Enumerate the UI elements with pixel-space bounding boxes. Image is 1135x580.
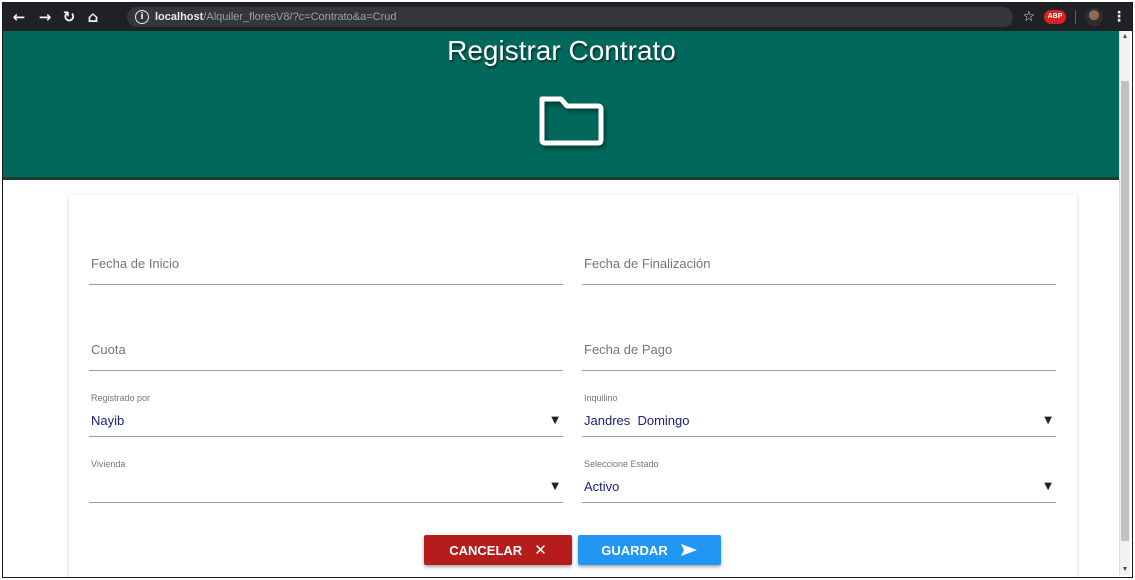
info-icon[interactable]: i	[135, 10, 149, 24]
cuota-field[interactable]: Cuota	[89, 330, 563, 371]
save-button[interactable]: GUARDAR	[578, 535, 721, 565]
cancel-button-label: CANCELAR	[449, 542, 523, 558]
dropdown-caret-icon[interactable]: ▼	[1044, 481, 1052, 492]
cancel-button[interactable]: CANCELAR ✕	[424, 535, 572, 565]
inquilino-label: Inquilino	[584, 393, 618, 403]
estado-label: Seleccione Estado	[584, 459, 659, 469]
back-arrow-icon[interactable]: ←	[9, 7, 29, 27]
estado-value: Activo	[584, 479, 620, 494]
page-header: Registrar Contrato	[3, 31, 1120, 180]
scroll-up-arrow-icon[interactable]: ▲	[1120, 33, 1130, 40]
page-content: Registrar Contrato ▲ ▼ Fecha de Inicio F…	[3, 31, 1130, 577]
url-text: localhost/Alquiler_floresV8/?c=Contrato&…	[155, 7, 397, 27]
kebab-menu-icon[interactable]: ⋮	[1112, 9, 1126, 25]
save-button-label: GUARDAR	[601, 542, 668, 558]
home-icon[interactable]: ⌂	[83, 7, 103, 27]
cuota-placeholder: Cuota	[91, 342, 126, 357]
page-scrollbar[interactable]: ▲ ▼	[1119, 31, 1130, 575]
dropdown-caret-icon[interactable]: ▼	[551, 415, 559, 426]
profile-avatar-icon[interactable]	[1085, 8, 1103, 26]
fecha-inicio-placeholder: Fecha de Inicio	[91, 256, 180, 271]
reload-icon[interactable]: ↻	[59, 7, 79, 27]
toolbar-actions: ☆ ABP ⋮	[1022, 7, 1126, 27]
browser-toolbar: ← → ↻ ⌂ i localhost/Alquiler_floresV8/?c…	[3, 3, 1132, 31]
registrado-por-select[interactable]: Registrado por Nayib ▼	[89, 393, 563, 437]
vivienda-label: Vivienda	[91, 459, 126, 469]
scroll-down-arrow-icon[interactable]: ▼	[1120, 566, 1130, 573]
browser-window: ← → ↻ ⌂ i localhost/Alquiler_floresV8/?c…	[2, 2, 1133, 578]
url-host: localhost	[155, 11, 204, 23]
fecha-finalizacion-field[interactable]: Fecha de Finalización	[582, 244, 1056, 285]
bookmark-star-icon[interactable]: ☆	[1022, 9, 1035, 25]
scrollbar-thumb[interactable]	[1121, 81, 1129, 541]
url-path: /Alquiler_floresV8/?c=Contrato&a=Crud	[203, 11, 397, 23]
fecha-inicio-field[interactable]: Fecha de Inicio	[89, 244, 563, 285]
toolbar-divider	[1075, 10, 1076, 24]
close-icon: ✕	[534, 541, 547, 559]
estado-select[interactable]: Seleccione Estado Activo ▼	[582, 459, 1056, 503]
send-icon	[680, 544, 697, 556]
dropdown-caret-icon[interactable]: ▼	[551, 481, 559, 492]
dropdown-caret-icon[interactable]: ▼	[1044, 415, 1052, 426]
forward-arrow-icon[interactable]: →	[35, 7, 55, 27]
inquilino-value: Jandres Domingo	[584, 413, 690, 428]
fecha-finalizacion-placeholder: Fecha de Finalización	[584, 256, 711, 271]
page-title: Registrar Contrato	[447, 35, 676, 66]
contract-form-card: Fecha de Inicio Fecha de Finalización Cu…	[69, 195, 1077, 577]
fecha-pago-field[interactable]: Fecha de Pago	[582, 330, 1056, 371]
vivienda-select[interactable]: Vivienda ▼	[89, 459, 563, 503]
inquilino-select[interactable]: Inquilino Jandres Domingo ▼	[582, 393, 1056, 437]
registrado-por-label: Registrado por	[91, 393, 151, 403]
address-bar[interactable]: i localhost/Alquiler_floresV8/?c=Contrat…	[127, 7, 1013, 27]
adblock-extension-icon[interactable]: ABP	[1044, 10, 1066, 24]
fecha-pago-placeholder: Fecha de Pago	[584, 342, 673, 357]
folder-icon	[539, 96, 604, 146]
registrado-por-value: Nayib	[91, 413, 125, 428]
